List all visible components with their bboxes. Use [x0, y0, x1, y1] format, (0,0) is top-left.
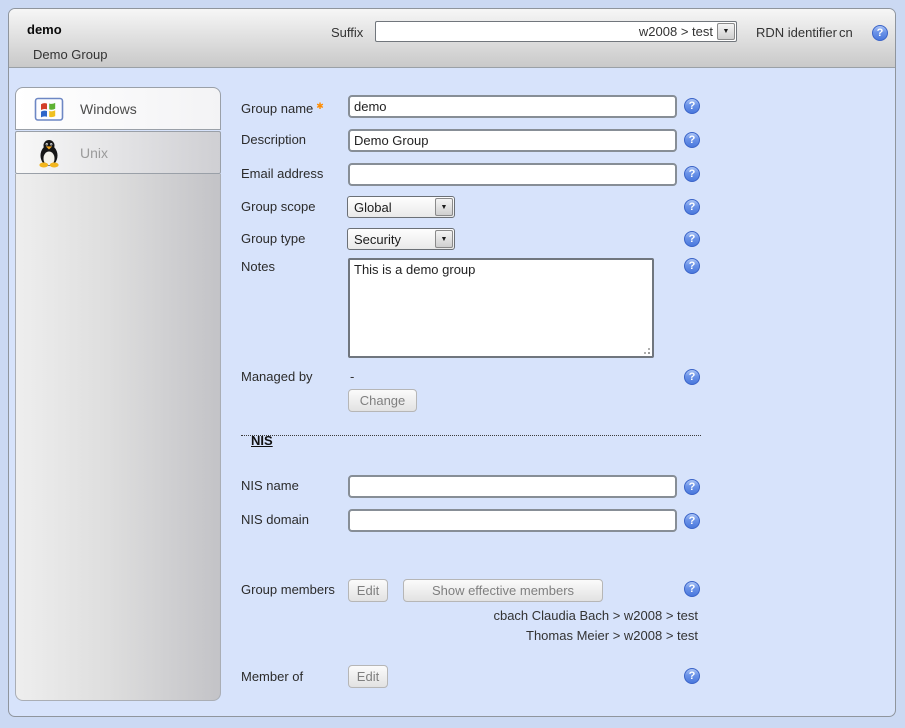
member-of-label: Member of [241, 666, 345, 688]
chevron-down-icon[interactable]: ▼ [435, 230, 453, 248]
suffix-select-value: w2008 > test [376, 24, 716, 39]
group-scope-label: Group scope [241, 196, 345, 218]
nis-section-title: NIS [251, 433, 273, 448]
group-type-select[interactable]: Security ▼ [347, 228, 455, 250]
required-icon: ✱ [316, 101, 324, 111]
help-icon[interactable]: ? [872, 25, 888, 41]
chevron-down-icon[interactable]: ▼ [435, 198, 453, 216]
tab-windows-label: Windows [80, 101, 137, 117]
help-icon[interactable]: ? [684, 98, 700, 114]
group-scope-value: Global [348, 200, 434, 215]
group-type-value: Security [348, 232, 434, 247]
tab-windows[interactable]: Windows [15, 87, 221, 130]
group-type-label: Group type [241, 228, 345, 250]
group-member-item: Thomas Meier > w2008 > test [526, 628, 698, 643]
group-members-label: Group members [241, 579, 345, 601]
help-icon[interactable]: ? [684, 369, 700, 385]
chevron-down-icon[interactable]: ▼ [717, 23, 735, 40]
notes-textarea-wrap: This is a demo group [348, 258, 654, 358]
notes-label: Notes [241, 258, 345, 276]
help-icon[interactable]: ? [684, 166, 700, 182]
member-of-edit-button[interactable]: Edit [348, 665, 388, 688]
suffix-label: Suffix [331, 25, 363, 40]
tab-unix-label: Unix [80, 145, 108, 161]
help-icon[interactable]: ? [684, 199, 700, 215]
show-effective-members-button[interactable]: Show effective members [403, 579, 603, 602]
help-icon[interactable]: ? [684, 668, 700, 684]
nis-section-divider [241, 435, 701, 436]
managed-by-label: Managed by [241, 369, 345, 385]
help-icon[interactable]: ? [684, 479, 700, 495]
change-button[interactable]: Change [348, 389, 417, 412]
managed-by-value: - [350, 369, 354, 385]
resize-handle[interactable] [648, 352, 650, 354]
email-address-label: Email address [241, 163, 345, 185]
chevron-down-glyph: ▼ [723, 28, 730, 35]
nis-name-input[interactable] [348, 475, 677, 498]
help-icon[interactable]: ? [684, 581, 700, 597]
chevron-down-glyph: ▼ [441, 204, 448, 211]
rdn-identifier-value: cn [839, 25, 853, 40]
group-name-label-text: Group name [241, 101, 313, 116]
nis-domain-input[interactable] [348, 509, 677, 532]
help-icon[interactable]: ? [684, 231, 700, 247]
help-icon[interactable]: ? [684, 258, 700, 274]
group-name-input[interactable] [348, 95, 677, 118]
help-icon[interactable]: ? [684, 513, 700, 529]
tux-icon [34, 138, 64, 168]
page-subtitle: Demo Group [33, 47, 107, 62]
description-label: Description [241, 129, 345, 151]
rdn-identifier-label: RDN identifier [756, 25, 837, 40]
chevron-down-glyph: ▼ [441, 236, 448, 243]
windows-logo-icon [34, 94, 64, 124]
group-edit-window: demo Demo Group Suffix w2008 > test ▼ RD… [8, 8, 896, 717]
suffix-select[interactable]: w2008 > test ▼ [375, 21, 737, 42]
group-member-item: cbach Claudia Bach > w2008 > test [493, 608, 698, 623]
email-address-input[interactable] [348, 163, 677, 186]
tab-unix[interactable]: Unix [15, 131, 221, 174]
nis-domain-label: NIS domain [241, 509, 345, 531]
description-input[interactable] [348, 129, 677, 152]
group-members-edit-button[interactable]: Edit [348, 579, 388, 602]
group-scope-select[interactable]: Global ▼ [347, 196, 455, 218]
header-bar: demo Demo Group Suffix w2008 > test ▼ RD… [9, 9, 895, 68]
notes-textarea[interactable]: This is a demo group [348, 258, 654, 358]
sidebar-panel [15, 174, 221, 701]
group-name-label: Group name✱ [241, 95, 345, 120]
help-icon[interactable]: ? [684, 132, 700, 148]
page-title: demo [27, 22, 62, 37]
nis-name-label: NIS name [241, 475, 345, 497]
